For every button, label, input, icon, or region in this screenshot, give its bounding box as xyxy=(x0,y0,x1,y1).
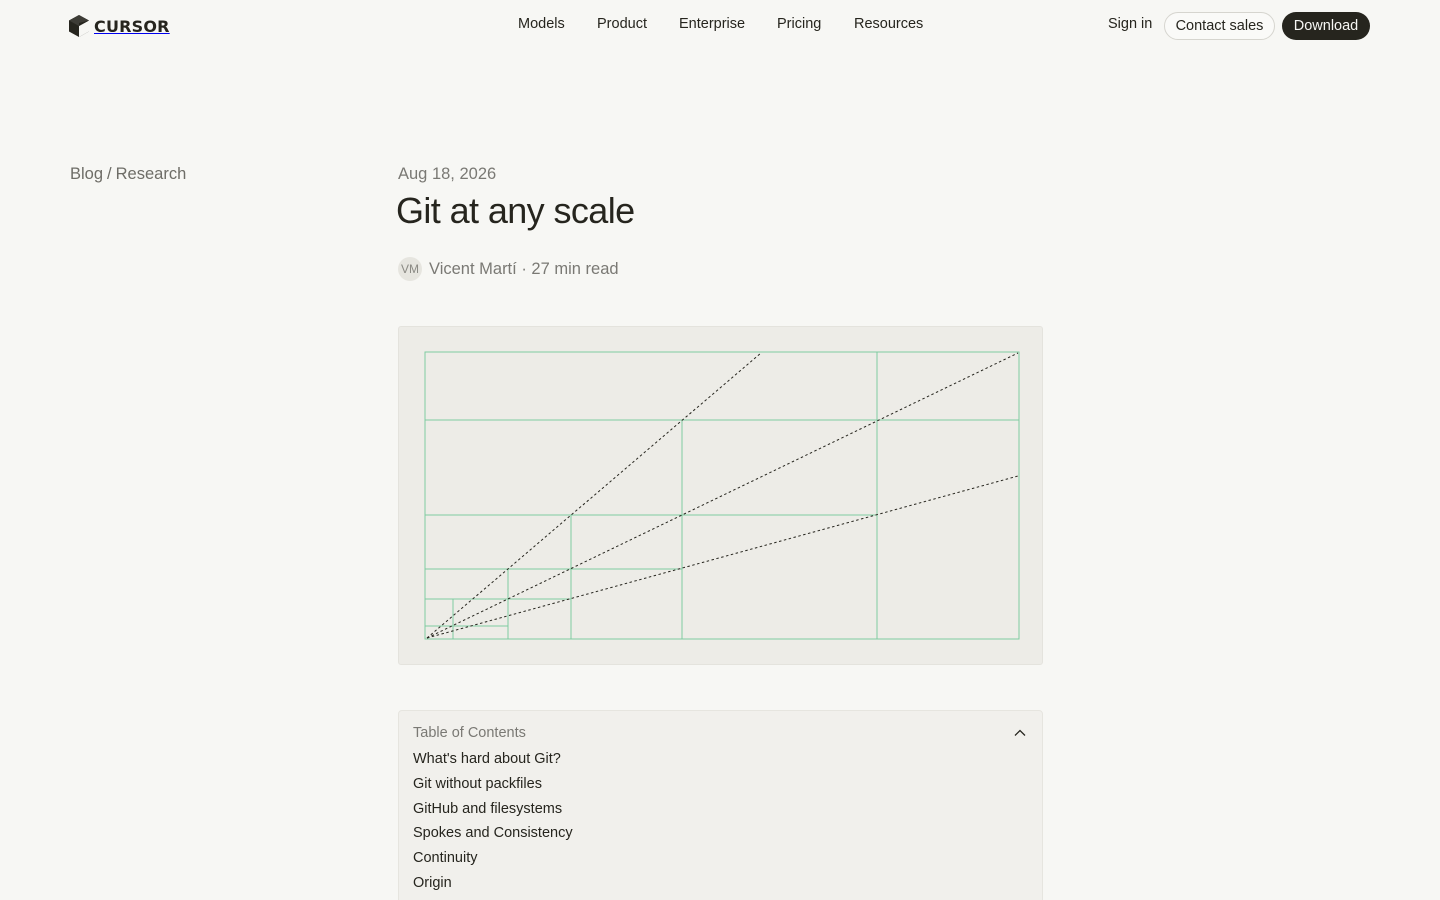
byline-text: Vicent Martí · 27 min read xyxy=(429,260,619,279)
article-byline: VM Vicent Martí · 27 min read xyxy=(398,256,619,282)
toc-link-origin[interactable]: Origin xyxy=(413,875,452,891)
toc-item: GitHub and filesystems xyxy=(413,799,573,824)
nav-item-enterprise[interactable]: Enterprise xyxy=(679,16,745,32)
nav-item-pricing[interactable]: Pricing xyxy=(777,16,821,32)
chevron-up-icon xyxy=(1014,729,1026,736)
read-time: 27 min read xyxy=(531,259,619,278)
author-avatar: VM xyxy=(398,257,422,281)
ray-steep xyxy=(426,352,762,639)
breadcrumb-separator: / xyxy=(107,165,112,183)
dashed-rays xyxy=(426,352,1019,639)
ray-medium xyxy=(426,352,1019,639)
nav-item-resources[interactable]: Resources xyxy=(854,16,923,32)
toc-item: Continuity xyxy=(413,848,573,873)
breadcrumb: Blog / Research xyxy=(70,165,186,184)
contact-sales-button[interactable]: Contact sales xyxy=(1164,12,1275,40)
breadcrumb-research-link[interactable]: Research xyxy=(116,165,187,183)
toc-link-spokes-consistency[interactable]: Spokes and Consistency xyxy=(413,825,573,841)
toc-item: Spokes and Consistency xyxy=(413,823,573,848)
toc-item: Origin xyxy=(413,873,573,898)
breadcrumb-blog-link[interactable]: Blog xyxy=(70,165,103,183)
toc-item: What's hard about Git? xyxy=(413,749,573,774)
nav-item-product[interactable]: Product xyxy=(597,16,647,32)
byline-separator: · xyxy=(521,259,527,278)
ray-shallow xyxy=(426,475,1019,639)
article-date: Aug 18, 2026 xyxy=(398,165,497,183)
toc-link-without-packfiles[interactable]: Git without packfiles xyxy=(413,776,542,792)
toc-link-continuity[interactable]: Continuity xyxy=(413,850,477,866)
scale-grid-diagram xyxy=(424,351,1020,640)
table-of-contents: Table of Contents What's hard about Git?… xyxy=(398,710,1043,900)
hero-figure xyxy=(398,326,1043,665)
download-button[interactable]: Download xyxy=(1282,12,1370,40)
toc-heading: Table of Contents xyxy=(413,725,526,741)
article-title: Git at any scale xyxy=(396,190,635,231)
toc-link-github-filesystems[interactable]: GitHub and filesystems xyxy=(413,801,562,817)
toc-item: Git without packfiles xyxy=(413,774,573,799)
nav-item-models[interactable]: Models xyxy=(518,16,565,32)
sign-in-link[interactable]: Sign in xyxy=(1108,16,1152,32)
toc-collapse-button[interactable] xyxy=(1012,725,1028,741)
site-header: CURSOR Models Product Enterprise Pricing… xyxy=(0,0,1440,52)
toc-link-whats-hard[interactable]: What's hard about Git? xyxy=(413,751,561,767)
toc-list: What's hard about Git? Git without packf… xyxy=(413,749,573,898)
author-name[interactable]: Vicent Martí xyxy=(429,260,517,278)
